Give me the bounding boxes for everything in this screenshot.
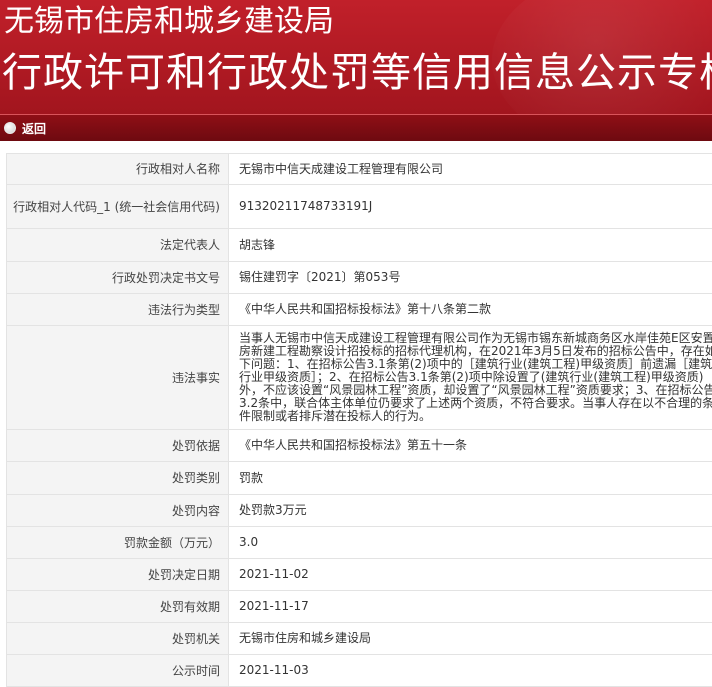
table-row: 罚款金额（万元） 3.0 bbox=[7, 527, 712, 559]
field-value: 当事人无锡市中信天成建设工程管理有限公司作为无锡市锡东新城商务区水岸佳苑E区安置… bbox=[229, 326, 712, 430]
field-value: 《中华人民共和国招标投标法》第十八条第二款 bbox=[229, 294, 712, 326]
table-row: 处罚决定日期 2021-11-02 bbox=[7, 559, 712, 591]
field-label: 处罚内容 bbox=[7, 495, 229, 527]
field-value: 2021-11-02 bbox=[229, 559, 712, 591]
section-title: 行政许可和行政处罚等信用信息公示专栏 bbox=[2, 46, 712, 100]
back-link[interactable]: 返回 bbox=[22, 120, 46, 137]
field-label: 行政相对人名称 bbox=[7, 154, 229, 185]
nav-bar: 返回 bbox=[0, 114, 712, 141]
field-value: 处罚款3万元 bbox=[229, 495, 712, 527]
table-row: 行政相对人代码_1 (统一社会信用代码) 91320211748733191J bbox=[7, 185, 712, 229]
table-row: 处罚内容 处罚款3万元 bbox=[7, 495, 712, 527]
field-label: 处罚机关 bbox=[7, 623, 229, 655]
field-label: 罚款金额（万元） bbox=[7, 527, 229, 559]
field-value: 3.0 bbox=[229, 527, 712, 559]
field-label: 处罚有效期 bbox=[7, 591, 229, 623]
field-value: 《中华人民共和国招标投标法》第五十一条 bbox=[229, 430, 712, 462]
field-value: 2021-11-17 bbox=[229, 591, 712, 623]
field-value: 2021-11-03 bbox=[229, 655, 712, 687]
field-value: 无锡市住房和城乡建设局 bbox=[229, 623, 712, 655]
table-row: 法定代表人 胡志锋 bbox=[7, 229, 712, 262]
table-row: 公示时间 2021-11-03 bbox=[7, 655, 712, 687]
field-label: 处罚依据 bbox=[7, 430, 229, 462]
bullet-icon bbox=[4, 122, 16, 134]
field-label: 违法事实 bbox=[7, 326, 229, 430]
field-label: 法定代表人 bbox=[7, 229, 229, 262]
field-label: 行政处罚决定书文号 bbox=[7, 262, 229, 294]
table-row: 违法事实 当事人无锡市中信天成建设工程管理有限公司作为无锡市锡东新城商务区水岸佳… bbox=[7, 326, 712, 430]
field-label: 违法行为类型 bbox=[7, 294, 229, 326]
penalty-info-table: 行政相对人名称 无锡市中信天成建设工程管理有限公司 行政相对人代码_1 (统一社… bbox=[6, 153, 712, 687]
table-row: 行政处罚决定书文号 锡住建罚字〔2021〕第053号 bbox=[7, 262, 712, 294]
field-label: 处罚类别 bbox=[7, 462, 229, 495]
field-value: 胡志锋 bbox=[229, 229, 712, 262]
field-label: 处罚决定日期 bbox=[7, 559, 229, 591]
header-banner: 无锡市住房和城乡建设局 行政许可和行政处罚等信用信息公示专栏 bbox=[0, 0, 712, 114]
table-row: 违法行为类型 《中华人民共和国招标投标法》第十八条第二款 bbox=[7, 294, 712, 326]
field-value: 无锡市中信天成建设工程管理有限公司 bbox=[229, 154, 712, 185]
table-row: 处罚依据 《中华人民共和国招标投标法》第五十一条 bbox=[7, 430, 712, 462]
table-row: 处罚机关 无锡市住房和城乡建设局 bbox=[7, 623, 712, 655]
table-row: 处罚类别 罚款 bbox=[7, 462, 712, 495]
table-row: 行政相对人名称 无锡市中信天成建设工程管理有限公司 bbox=[7, 154, 712, 185]
field-label: 公示时间 bbox=[7, 655, 229, 687]
field-label: 行政相对人代码_1 (统一社会信用代码) bbox=[7, 185, 229, 229]
table-row: 处罚有效期 2021-11-17 bbox=[7, 591, 712, 623]
site-title: 无锡市住房和城乡建设局 bbox=[4, 2, 334, 42]
field-value: 锡住建罚字〔2021〕第053号 bbox=[229, 262, 712, 294]
field-value: 91320211748733191J bbox=[229, 185, 712, 229]
field-value: 罚款 bbox=[229, 462, 712, 495]
